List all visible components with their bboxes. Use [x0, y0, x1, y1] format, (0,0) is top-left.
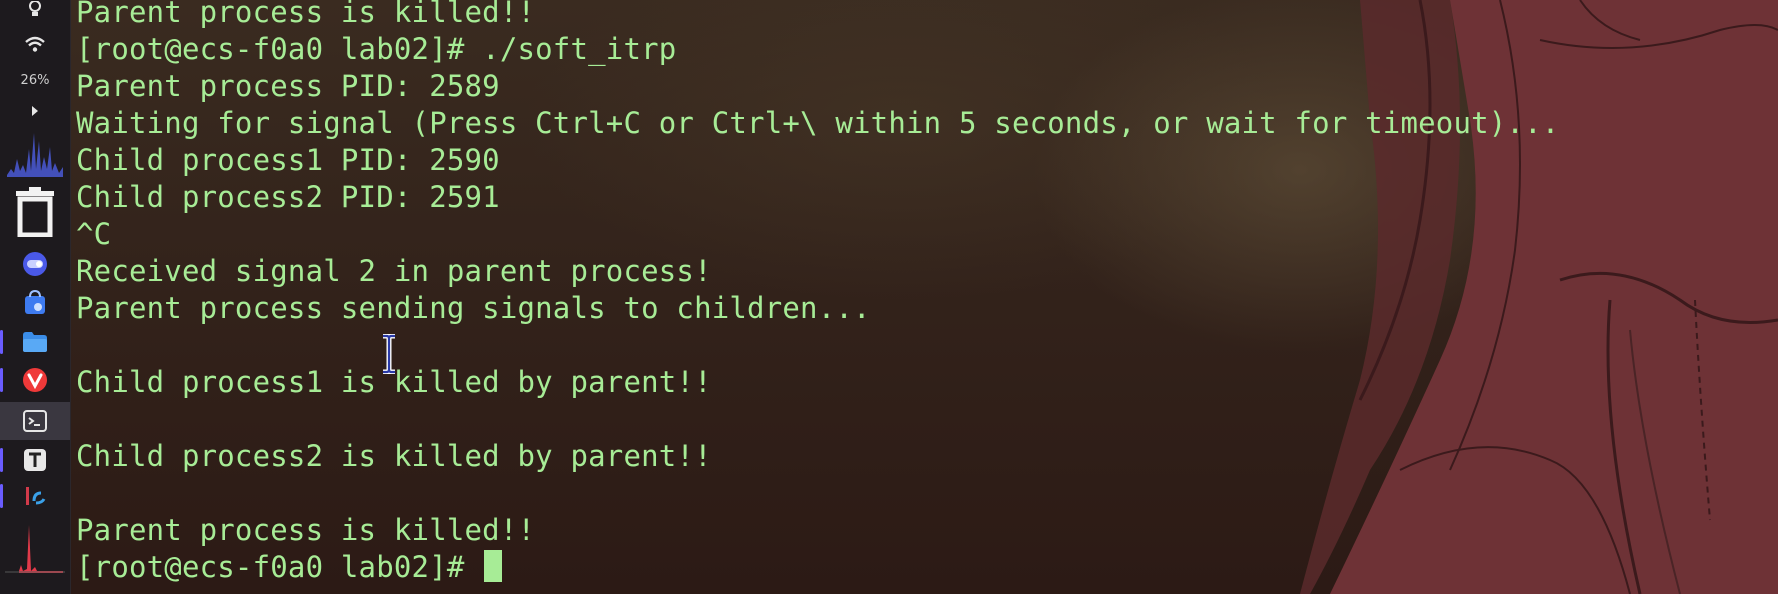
terminal-line: Parent process is killed!!: [76, 513, 536, 547]
terminal-window[interactable]: Parent process is killed!! [root@ecs-f0a…: [76, 0, 1716, 594]
terminal-cursor: [484, 550, 503, 582]
desktop: 26% Parent process is killed!! [root@ecs…: [0, 0, 1778, 594]
text-editor-icon[interactable]: [0, 444, 70, 476]
terminal-line: Parent process is killed!!: [76, 0, 536, 29]
terminal-line: Parent process PID: 2589: [76, 69, 500, 103]
vivaldi-icon[interactable]: [0, 364, 70, 396]
store-bag-icon[interactable]: [0, 288, 70, 318]
terminal-line: Child process2 PID: 2591: [76, 180, 500, 214]
toggle-app-icon[interactable]: [0, 250, 70, 278]
terminal-icon[interactable]: [0, 402, 70, 440]
terminal-line: ^C: [76, 217, 112, 251]
lightbulb-icon[interactable]: [0, 0, 70, 20]
text-cursor-icon: [383, 334, 395, 374]
terminal-line: Received signal 2 in parent process!: [76, 254, 712, 288]
terminal-line: Child process2 is killed by parent!!: [76, 439, 712, 473]
wifi-icon[interactable]: [0, 30, 70, 58]
battery-indicator: 26%: [0, 68, 70, 92]
terminal-prompt-line[interactable]: [root@ecs-f0a0 lab02]#: [76, 549, 503, 586]
battery-percent-text: 26%: [20, 72, 50, 88]
terminal-line: Waiting for signal (Press Ctrl+C or Ctrl…: [76, 106, 1560, 140]
terminal-line: Parent process sending signals to childr…: [76, 291, 871, 325]
dock-sidebar: 26%: [0, 0, 71, 594]
trash-icon[interactable]: [0, 186, 70, 238]
folder-icon[interactable]: [0, 326, 70, 358]
terminal-line: [root@ecs-f0a0 lab02]# ./soft_itrp: [76, 32, 677, 66]
chevron-right-icon[interactable]: [0, 100, 70, 122]
activity-graph-icon[interactable]: [0, 128, 70, 178]
shell-prompt: [root@ecs-f0a0 lab02]#: [76, 550, 483, 584]
pycharm-icon[interactable]: [0, 480, 70, 512]
cpu-graph-icon[interactable]: [0, 520, 70, 574]
terminal-line: Child process1 PID: 2590: [76, 143, 500, 177]
